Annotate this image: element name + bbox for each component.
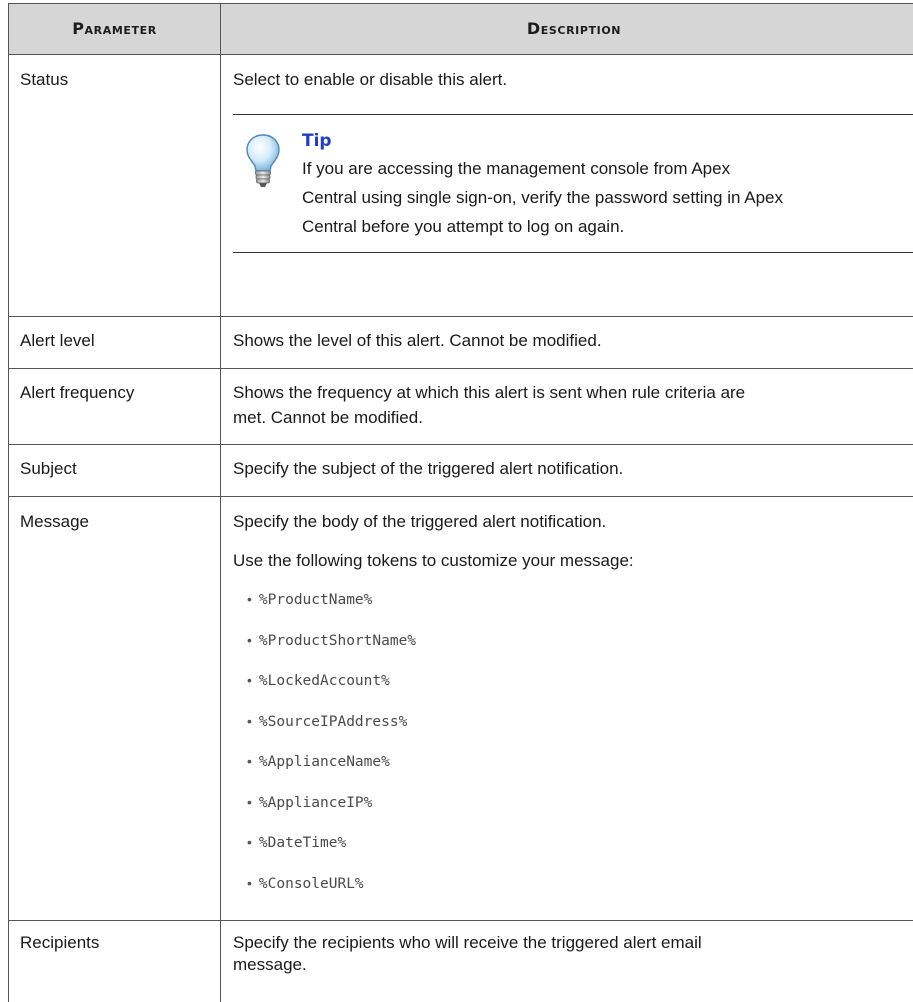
bullet: •: [247, 632, 252, 648]
tip-line: If you are accessing the management cons…: [302, 154, 913, 183]
desc-cell-alert-frequency: Shows the frequency at which this alert …: [221, 369, 913, 445]
token: %ProductShortName%: [259, 633, 416, 649]
token: %LockedAccount%: [259, 673, 390, 689]
bullet: •: [247, 794, 252, 810]
table-header-row: Parameter Description: [9, 4, 913, 55]
desc-cell-recipients: Specify the recipients who will receive …: [221, 921, 913, 1002]
tip-line: Central before you attempt to log on aga…: [302, 212, 913, 241]
tip-callout: Tip If you are accessing the management …: [233, 114, 913, 253]
desc-cell-message: Specify the body of the triggered alert …: [221, 497, 913, 921]
param-cell-message: Message: [9, 497, 221, 921]
bullet: •: [247, 753, 252, 769]
desc-cell-alert-level: Shows the level of this alert. Cannot be…: [221, 317, 913, 369]
bullet: •: [247, 672, 252, 688]
header-description: Description: [221, 4, 913, 55]
list-item: • %ConsoleURL%: [247, 870, 913, 911]
table-row-status: Status Select to enable or disable this …: [9, 55, 913, 317]
table-row-message: Message Specify the body of the triggere…: [9, 497, 913, 921]
list-item: • %DateTime%: [247, 829, 913, 870]
param-cell-recipients: Recipients: [9, 921, 221, 1002]
list-item: • %ProductName%: [247, 586, 913, 627]
param-cell-status: Status: [9, 55, 221, 317]
table-row-subject: Subject Specify the subject of the trigg…: [9, 445, 913, 497]
token: %ProductName%: [259, 592, 373, 608]
list-item: • %ApplianceName%: [247, 748, 913, 789]
token: %DateTime%: [259, 835, 346, 851]
table-row-alert-frequency: Alert frequency Shows the frequency at w…: [9, 369, 913, 445]
token: %ConsoleURL%: [259, 876, 364, 892]
status-description: Select to enable or disable this alert.: [233, 67, 913, 93]
list-item: • %SourceIPAddress%: [247, 708, 913, 749]
recipients-line: message.: [233, 954, 913, 976]
bullet: •: [247, 834, 252, 850]
table-row-recipients: Recipients Specify the recipients who wi…: [9, 921, 913, 1002]
list-item: • %ApplianceIP%: [247, 789, 913, 830]
header-parameter: Parameter: [9, 4, 221, 55]
table-row-alert-level: Alert level Shows the level of this aler…: [9, 317, 913, 369]
token: %ApplianceName%: [259, 754, 390, 770]
recipients-line: Specify the recipients who will receive …: [233, 932, 913, 954]
token: %ApplianceIP%: [259, 795, 373, 811]
desc-cell-status: Select to enable or disable this alert.: [221, 55, 913, 317]
frequency-line: met. Cannot be modified.: [233, 405, 913, 430]
param-cell-alert-level: Alert level: [9, 317, 221, 369]
message-description: Specify the body of the triggered alert …: [233, 509, 913, 535]
frequency-line: Shows the frequency at which this alert …: [233, 380, 913, 405]
tip-title: Tip: [302, 129, 913, 153]
bullet: •: [247, 875, 252, 891]
list-item: • %LockedAccount%: [247, 667, 913, 708]
parameter-table: Parameter Description Status Select to e…: [8, 3, 913, 1002]
token: %SourceIPAddress%: [259, 714, 407, 730]
lightbulb-icon: [245, 133, 281, 197]
bullet: •: [247, 713, 252, 729]
tokens-intro: Use the following tokens to customize yo…: [233, 548, 913, 574]
bullet: •: [247, 591, 252, 607]
token-list: • %ProductName% • %ProductShortName% • %Loc…: [233, 586, 913, 910]
list-item: • %ProductShortName%: [247, 627, 913, 668]
param-cell-subject: Subject: [9, 445, 221, 497]
tip-line: Central using single sign-on, verify the…: [302, 183, 913, 212]
tip-text: If you are accessing the management cons…: [302, 154, 913, 241]
param-cell-alert-frequency: Alert frequency: [9, 369, 221, 445]
desc-cell-subject: Specify the subject of the triggered ale…: [221, 445, 913, 497]
